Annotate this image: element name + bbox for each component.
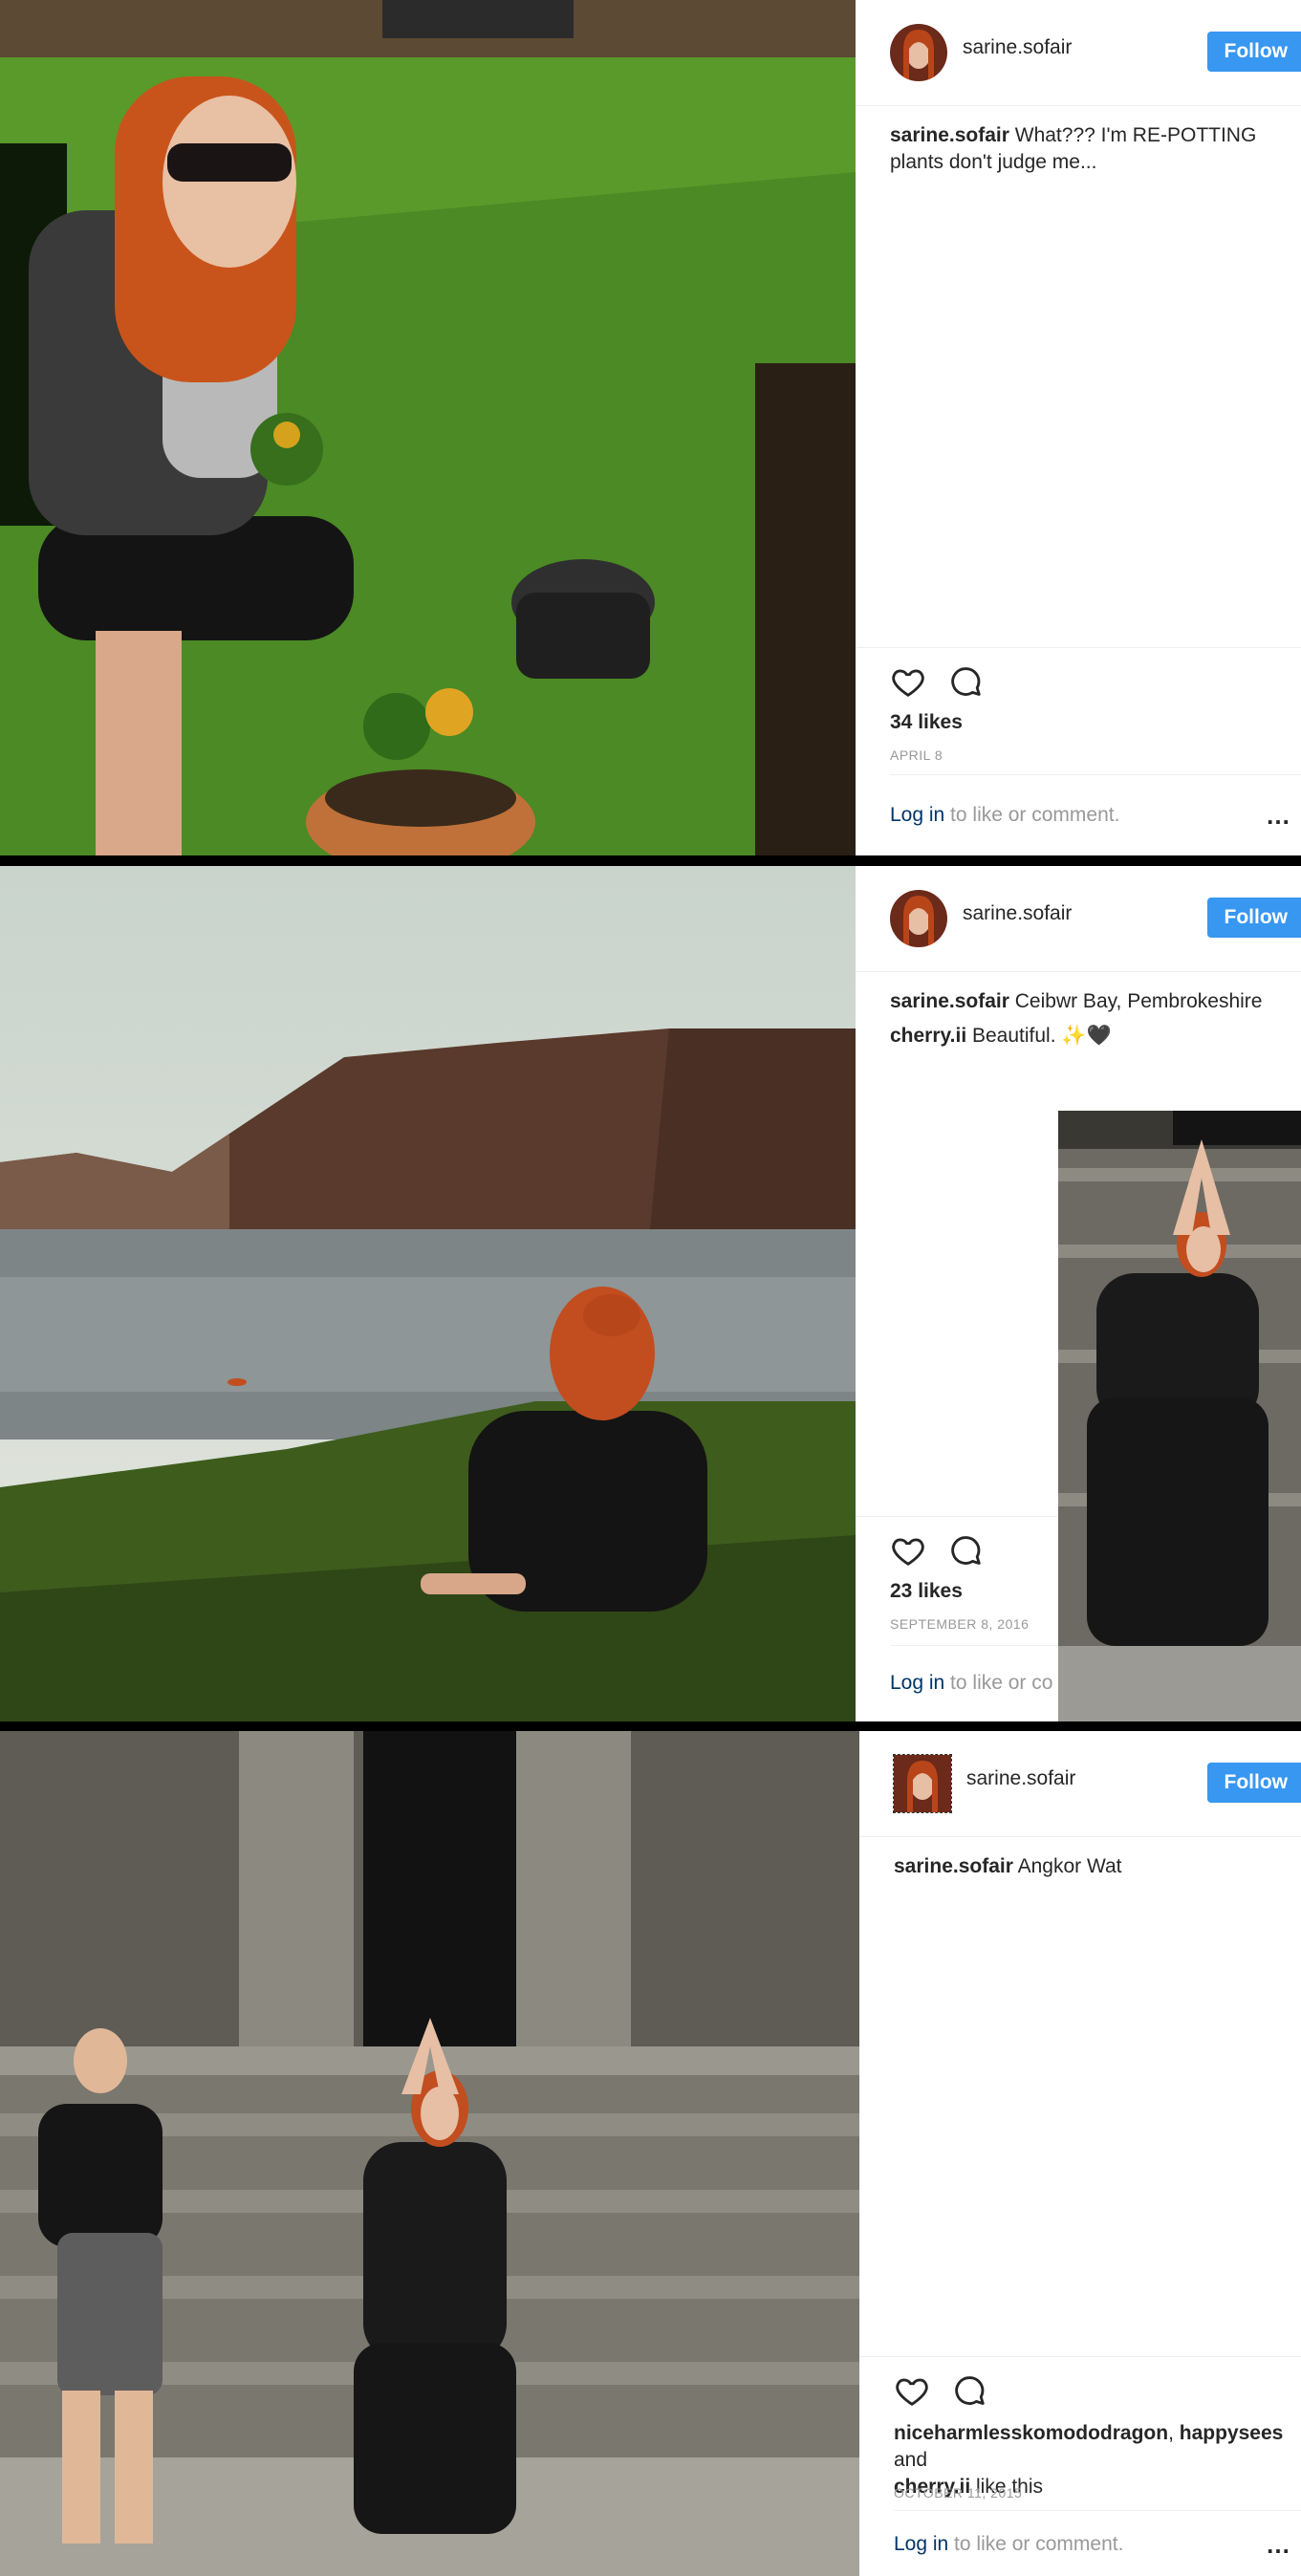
- login-link[interactable]: Log in: [890, 1672, 944, 1694]
- follow-button[interactable]: Follow: [1206, 32, 1301, 72]
- login-prompt: Log in to like or comment. …: [890, 774, 1301, 842]
- avatar[interactable]: [890, 890, 947, 947]
- heart-icon[interactable]: [890, 1532, 926, 1569]
- login-prompt: Log in to like or comment. …: [894, 2510, 1301, 2576]
- post-header: sarine.sofair Follow: [856, 866, 1301, 972]
- post-caption: sarine.sofair Ceibwr Bay, Pembrokeshire: [890, 988, 1290, 1015]
- post-sidebar: sarine.sofair Follow sarine.sofair Angko…: [859, 1731, 1301, 2576]
- post-header: sarine.sofair Follow: [859, 1731, 1301, 1837]
- post-photo-garden[interactable]: [0, 0, 856, 855]
- post-header: sarine.sofair Follow: [856, 0, 1301, 106]
- overlay-photo-preview[interactable]: [1058, 1111, 1301, 1721]
- post-2: sarine.sofair Follow sarine.sofair Ceibw…: [0, 866, 1301, 1721]
- login-link[interactable]: Log in: [890, 804, 944, 826]
- post-date[interactable]: SEPTEMBER 8, 2016: [890, 1616, 1029, 1632]
- avatar[interactable]: [890, 24, 947, 81]
- username[interactable]: sarine.sofair: [963, 36, 1072, 59]
- post-photo-coast[interactable]: [0, 866, 856, 1721]
- caption-username[interactable]: sarine.sofair: [894, 1855, 1013, 1877]
- follow-button[interactable]: Follow: [1206, 1763, 1301, 1803]
- heart-icon[interactable]: [890, 663, 926, 700]
- avatar[interactable]: [893, 1754, 952, 1813]
- post-date[interactable]: OCTOBER 11, 2015: [894, 2485, 1022, 2500]
- likes-count[interactable]: 23 likes: [890, 1580, 963, 1603]
- comment-text: Beautiful. ✨🖤: [972, 1025, 1112, 1047]
- heart-icon[interactable]: [894, 2372, 930, 2409]
- comment-username[interactable]: cherry.ii: [890, 1025, 966, 1047]
- likes-count[interactable]: 34 likes: [890, 711, 963, 734]
- post-3: sarine.sofair Follow sarine.sofair Angko…: [0, 1731, 1301, 2576]
- comment: cherry.ii Beautiful. ✨🖤: [890, 1023, 1290, 1050]
- post-sidebar: sarine.sofair Follow sarine.sofair What?…: [856, 0, 1301, 855]
- comment-icon[interactable]: [947, 1532, 984, 1569]
- post-1: sarine.sofair Follow sarine.sofair What?…: [0, 0, 1301, 855]
- caption-text: Ceibwr Bay, Pembrokeshire: [1014, 990, 1263, 1012]
- login-prompt-text: to like or co: [944, 1672, 1053, 1694]
- comment-icon[interactable]: [951, 2372, 987, 2409]
- more-options-icon[interactable]: …: [1266, 2511, 1291, 2576]
- post-caption: sarine.sofair Angkor Wat: [894, 1853, 1290, 1880]
- follow-button[interactable]: Follow: [1206, 898, 1301, 938]
- username[interactable]: sarine.sofair: [963, 902, 1072, 925]
- login-prompt-text: to like or comment.: [948, 2533, 1124, 2555]
- comment-icon[interactable]: [947, 663, 984, 700]
- post-sidebar: sarine.sofair Follow sarine.sofair Ceibw…: [856, 866, 1301, 1721]
- post-caption: sarine.sofair What??? I'm RE-POTTING pla…: [890, 122, 1290, 176]
- caption-text: Angkor Wat: [1017, 1855, 1122, 1877]
- username[interactable]: sarine.sofair: [966, 1767, 1075, 1790]
- more-options-icon[interactable]: …: [1266, 775, 1291, 855]
- caption-username[interactable]: sarine.sofair: [890, 990, 1009, 1012]
- post-date[interactable]: APRIL 8: [890, 747, 943, 763]
- post-actions: niceharmlesskomododragon, happysees and …: [859, 2356, 1301, 2520]
- liked-by-and: and: [894, 2449, 928, 2471]
- login-prompt-text: to like or comment.: [944, 804, 1120, 826]
- login-link[interactable]: Log in: [894, 2533, 948, 2555]
- liked-by-user[interactable]: niceharmlesskomododragon: [894, 2422, 1168, 2444]
- caption-username[interactable]: sarine.sofair: [890, 124, 1009, 146]
- post-photo-angkor-wat[interactable]: [0, 1731, 859, 2576]
- liked-by-separator: ,: [1168, 2422, 1180, 2444]
- liked-by-user[interactable]: happysees: [1180, 2422, 1284, 2444]
